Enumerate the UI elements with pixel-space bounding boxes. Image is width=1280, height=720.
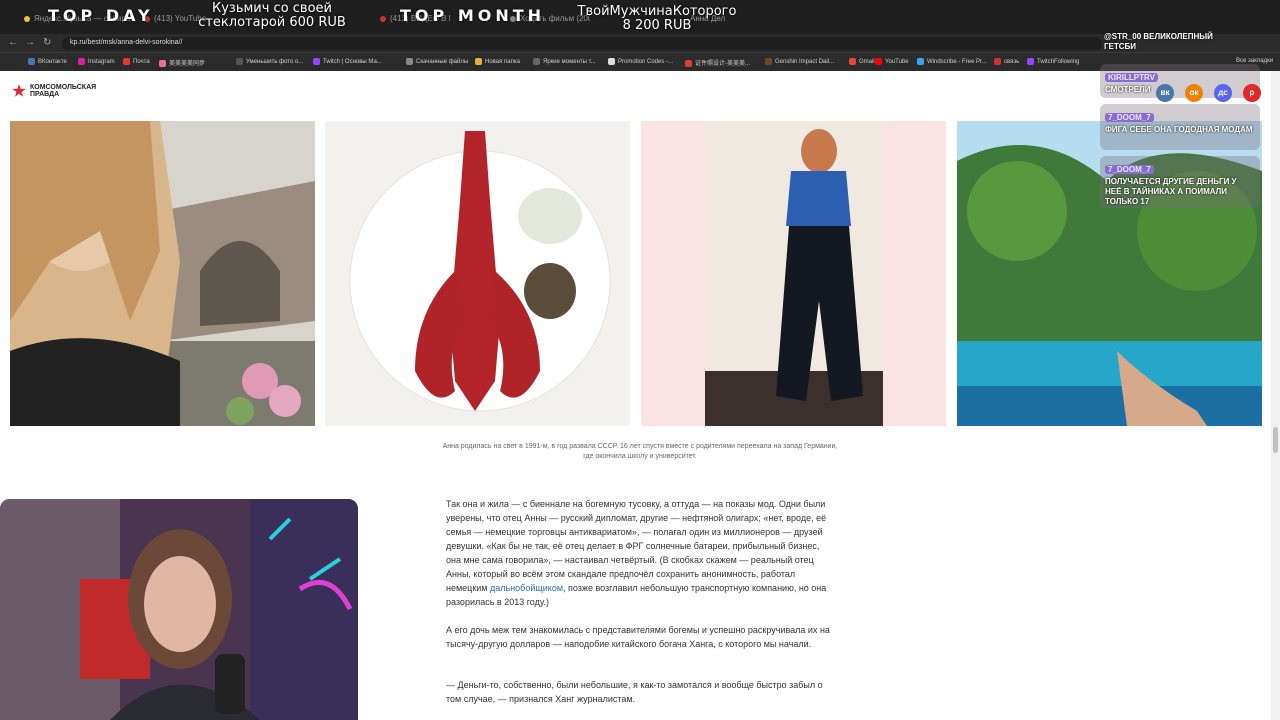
ok-share-icon[interactable]: ок [1185,84,1203,102]
bookmark-item[interactable]: Windscribe - Free Pr... [917,58,987,65]
bookmark-item[interactable]: Новая папка [475,58,520,65]
vk-share-icon[interactable]: вк [1156,84,1174,102]
bookmark-favicon-icon [608,58,615,65]
bookmark-item[interactable]: Почта [123,58,150,65]
top-month-donor: ТвойМужчинаКоторого 8 200 RUB [560,5,754,33]
back-icon[interactable]: ← [8,37,18,48]
chat-message: 7_DOOM_7 ПОЛУЧАЕТСЯ ДРУГИЕ ДЕНЬГИ У НЕЁ … [1100,156,1260,208]
article-link[interactable]: дальнобойщиком [490,583,563,593]
bookmark-item[interactable]: Promotion Codes -... [608,58,673,65]
photo-selfie-bridge-image [10,121,315,426]
gallery-photo-lobster[interactable] [325,121,630,426]
bookmarks-bar: ВКонтакте Instagram Почта 美美美美同步 Уменьшить ф… [0,52,1280,71]
article-paragraph: Так она и жила — с биеннале на богемную … [446,499,827,607]
chat-text: СМОТРЕЛИ [1105,85,1151,94]
bookmark-item[interactable]: Twitch | Основы Ма... [313,58,382,65]
scrollbar-thumb[interactable] [1273,427,1278,453]
bookmark-favicon-icon [765,58,772,65]
chat-header-partial: @STR_00 ВЕЛИКОЛЕПНЫЙ ГЕТСБИ [1104,32,1213,51]
bookmark-item[interactable]: ВКонтакте [28,58,67,65]
bookmark-favicon-icon [236,58,243,65]
discord-share-icon[interactable]: дс [1214,84,1232,102]
article-paragraph: А его дочь меж тем знакомилась с предста… [446,625,830,649]
star-logo-icon [12,84,26,97]
chat-message: 7_DOOM_7 ФИГА СЕБЕ ОНА ГОДОДНАЯ МОДАМ [1100,104,1260,150]
bookmark-item[interactable]: 证件照设计-美美美... [685,58,750,67]
bookmark-item[interactable]: 美美美美同步 [159,58,205,67]
bookmark-favicon-icon [28,58,35,65]
bookmark-favicon-icon [1027,58,1034,65]
bookmark-item[interactable]: связь [994,58,1019,65]
bookmark-favicon-icon [313,58,320,65]
site-logo[interactable]: Комсомольская правда [12,84,96,98]
tab-favicon-icon [24,15,30,22]
chat-username: KIRILLPTRV [1105,73,1158,82]
photo-mirror-selfie-image [641,121,946,426]
bookmark-item[interactable]: Instagram [78,58,115,65]
forward-icon[interactable]: → [25,37,35,48]
webcam-overlay [0,499,358,720]
gallery-photo-mirror-selfie[interactable] [641,121,946,426]
bookmark-favicon-icon [917,58,924,65]
address-bar[interactable]: kp.ru/best/msk/anna-delvi-sorokina// [62,37,1102,50]
photo-caption: Анна родилась на свет в 1991-м, в год ра… [442,443,838,460]
bookmark-favicon-icon [78,58,85,65]
flipboard-share-icon[interactable]: р [1243,84,1261,102]
chat-text: ФИГА СЕБЕ ОНА ГОДОДНАЯ МОДАМ [1105,125,1253,134]
bookmark-favicon-icon [159,59,166,67]
bookmark-item[interactable]: Уменьшить фото о... [236,58,303,65]
top-month-label: TOP MONTH [400,6,546,25]
tab-favicon-icon [380,15,386,22]
bookmark-item[interactable]: YouTube [875,58,909,65]
chat-username: 7_DOOM_7 [1105,165,1154,174]
top-month-amount: 8 200 RUB [622,18,692,33]
bookmark-favicon-icon [685,59,692,67]
top-day-donor: Кузьмич со своей стеклотарой 600 RUB [198,1,346,30]
photo-lobster-image [325,121,630,426]
bookmark-favicon-icon [849,58,856,65]
bookmark-favicon-icon [994,58,1001,65]
bookmark-favicon-icon [475,58,482,65]
page-scrollbar[interactable] [1271,71,1280,720]
bookmark-item[interactable]: Genshin Impact Dail... [765,58,834,65]
gallery-photo-selfie-bridge[interactable] [10,121,315,426]
browser-tab-strip: Яндекс.Музыка — собираем... (413) YouTub… [0,0,1280,34]
article-paragraph: — Деньги-то, собственно, были небольшие,… [446,680,823,704]
bookmark-item[interactable]: Gmail [849,58,875,65]
bookmark-item[interactable]: Скачанные файлы [406,58,468,65]
top-day-label: TOP DAY [48,6,154,25]
bookmark-favicon-icon [533,58,540,65]
bookmark-favicon-icon [406,58,413,65]
top-day-amount: 600 RUB [289,15,346,30]
bookmark-item[interactable]: Яркие моменты т... [533,58,596,65]
chat-text: ПОЛУЧАЕТСЯ ДРУГИЕ ДЕНЬГИ У НЕЁ В ТАЙНИКА… [1105,177,1237,206]
bookmark-item[interactable]: TwitchFollowing [1027,58,1079,65]
chat-username: 7_DOOM_7 [1105,113,1154,122]
logo-line-2: правда [30,91,60,98]
bookmark-favicon-icon [875,58,882,65]
webcam-image [0,499,358,720]
chat-message: KIRILLPTRV СМОТРЕЛИ [1100,64,1260,98]
browser-toolbar: ← → ↻ kp.ru/best/msk/anna-delvi-sorokina… [0,34,1280,52]
logo-line-1: Комсомольская [30,84,97,91]
reload-icon[interactable]: ↻ [43,37,51,48]
bookmark-favicon-icon [123,58,130,65]
